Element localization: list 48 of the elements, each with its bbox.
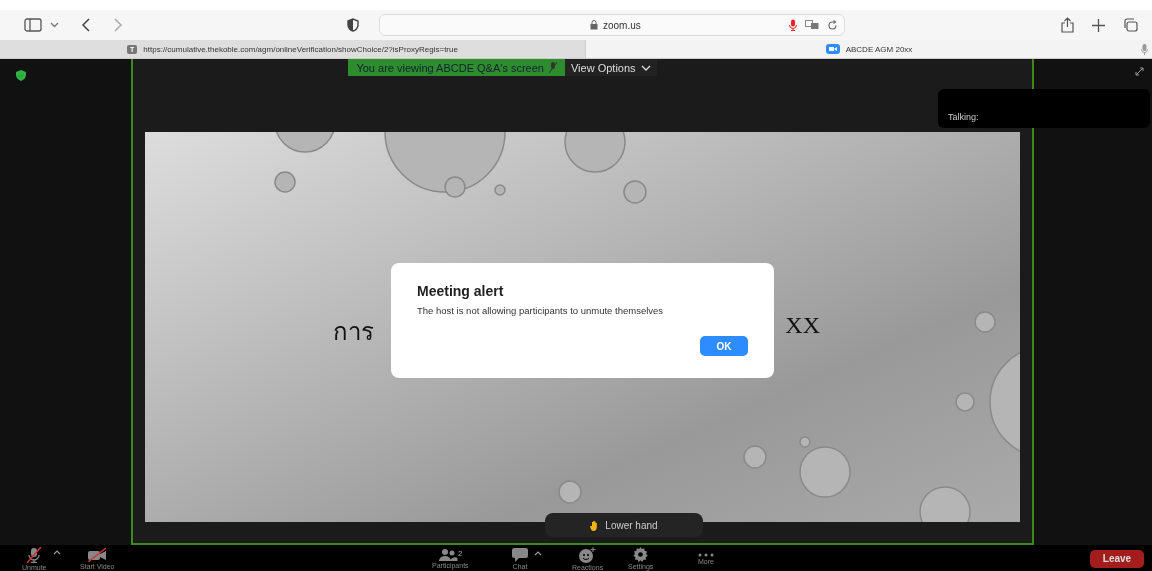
water-drop	[558, 480, 582, 504]
people-icon	[438, 548, 459, 561]
address-bar[interactable]: zoom.us	[379, 14, 845, 36]
water-drop	[274, 171, 296, 193]
lower-hand-button[interactable]: Lower hand	[545, 513, 703, 537]
water-drop	[955, 392, 975, 412]
talking-label: Talking:	[948, 112, 979, 122]
ok-button[interactable]: OK	[700, 336, 748, 356]
dialog-title: Meeting alert	[417, 283, 505, 299]
water-drop	[623, 180, 647, 204]
slide-title-text: XX	[785, 312, 820, 340]
shield-icon[interactable]	[347, 18, 359, 32]
reload-icon[interactable]	[827, 19, 838, 31]
chevron-down-icon[interactable]	[50, 22, 59, 28]
plus-icon[interactable]	[1092, 18, 1105, 32]
lock-icon	[590, 20, 598, 30]
microphone-icon[interactable]	[1141, 44, 1148, 55]
microphone-icon[interactable]	[789, 19, 797, 31]
chat-bubble-icon	[512, 547, 528, 562]
caret-up-icon[interactable]	[52, 549, 61, 555]
address-text: zoom.us	[603, 19, 641, 31]
leave-button[interactable]: Leave	[1090, 549, 1144, 568]
slide-title-text: การ	[333, 318, 374, 347]
dialog-message: The host is not allowing participants to unmute themselves	[417, 305, 665, 316]
view-options-button[interactable]: View Options	[565, 59, 657, 76]
browser-tab[interactable]: ABCDE AGM 20xx	[586, 40, 1152, 58]
share-icon[interactable]	[1061, 17, 1074, 33]
chevron-down-icon	[640, 64, 651, 71]
shield-check-icon[interactable]	[16, 70, 26, 81]
microphone-muted-icon	[26, 546, 43, 563]
share-banner: You are viewing ABCDE Q&A's screen	[348, 59, 565, 76]
caret-up-icon[interactable]	[534, 550, 542, 556]
expand-icon[interactable]	[1135, 67, 1144, 76]
more-icon	[698, 552, 714, 557]
water-drop	[919, 486, 971, 522]
tabs-overview-icon[interactable]	[1123, 18, 1138, 32]
water-drop	[274, 132, 336, 153]
water-drop	[743, 445, 767, 469]
back-icon[interactable]	[81, 18, 91, 32]
water-drop	[564, 132, 626, 173]
hand-icon	[590, 519, 600, 531]
video-camera-icon	[825, 44, 840, 54]
video-camera-muted-icon	[87, 547, 108, 562]
sidebar-icon[interactable]	[24, 18, 42, 32]
microphone-muted-icon	[549, 62, 557, 73]
translate-icon[interactable]	[805, 20, 819, 30]
water-drop	[974, 311, 996, 333]
participant-count: 2	[458, 548, 463, 558]
